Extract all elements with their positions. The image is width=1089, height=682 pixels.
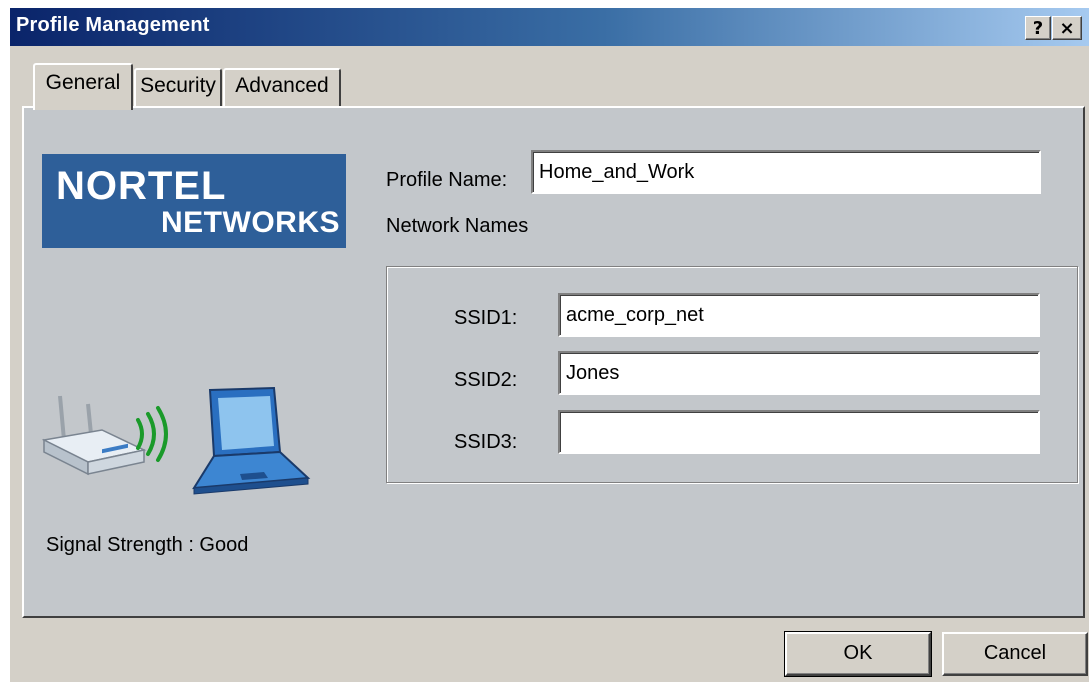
signal-strength-label: Signal Strength : Good — [46, 534, 249, 556]
wireless-router-icon — [42, 395, 147, 476]
tab-advanced[interactable]: Advanced — [223, 68, 341, 106]
ssid1-label: SSID1: — [454, 307, 518, 329]
ssid2-label: SSID2: — [454, 369, 518, 391]
ssid2-input[interactable] — [558, 351, 1040, 395]
connection-graphic — [42, 386, 311, 495]
tab-general[interactable]: General — [33, 63, 133, 110]
ssid1-input[interactable] — [558, 293, 1040, 337]
ssid3-input[interactable] — [558, 410, 1040, 454]
ssid3-label: SSID3: — [454, 431, 518, 453]
window-title: Profile Management — [16, 14, 210, 36]
network-names-label: Network Names — [386, 215, 529, 237]
help-button[interactable]: ? — [1025, 16, 1051, 40]
title-bar[interactable]: Profile Management ? × — [10, 8, 1089, 46]
ok-button[interactable]: OK — [784, 631, 932, 677]
cancel-button[interactable]: Cancel — [942, 632, 1088, 676]
profile-name-input[interactable] — [531, 150, 1041, 194]
nortel-networks-logo: NORTEL NETWORKS — [42, 154, 346, 248]
logo-line-nortel: NORTEL — [56, 164, 227, 208]
profile-name-label: Profile Name: — [386, 169, 508, 191]
close-button[interactable]: × — [1052, 16, 1082, 40]
tab-security[interactable]: Security — [134, 68, 222, 106]
profile-management-dialog: Profile Management ? × General Security … — [10, 8, 1089, 682]
laptop-icon — [192, 386, 311, 495]
logo-line-networks: NETWORKS — [161, 206, 340, 239]
